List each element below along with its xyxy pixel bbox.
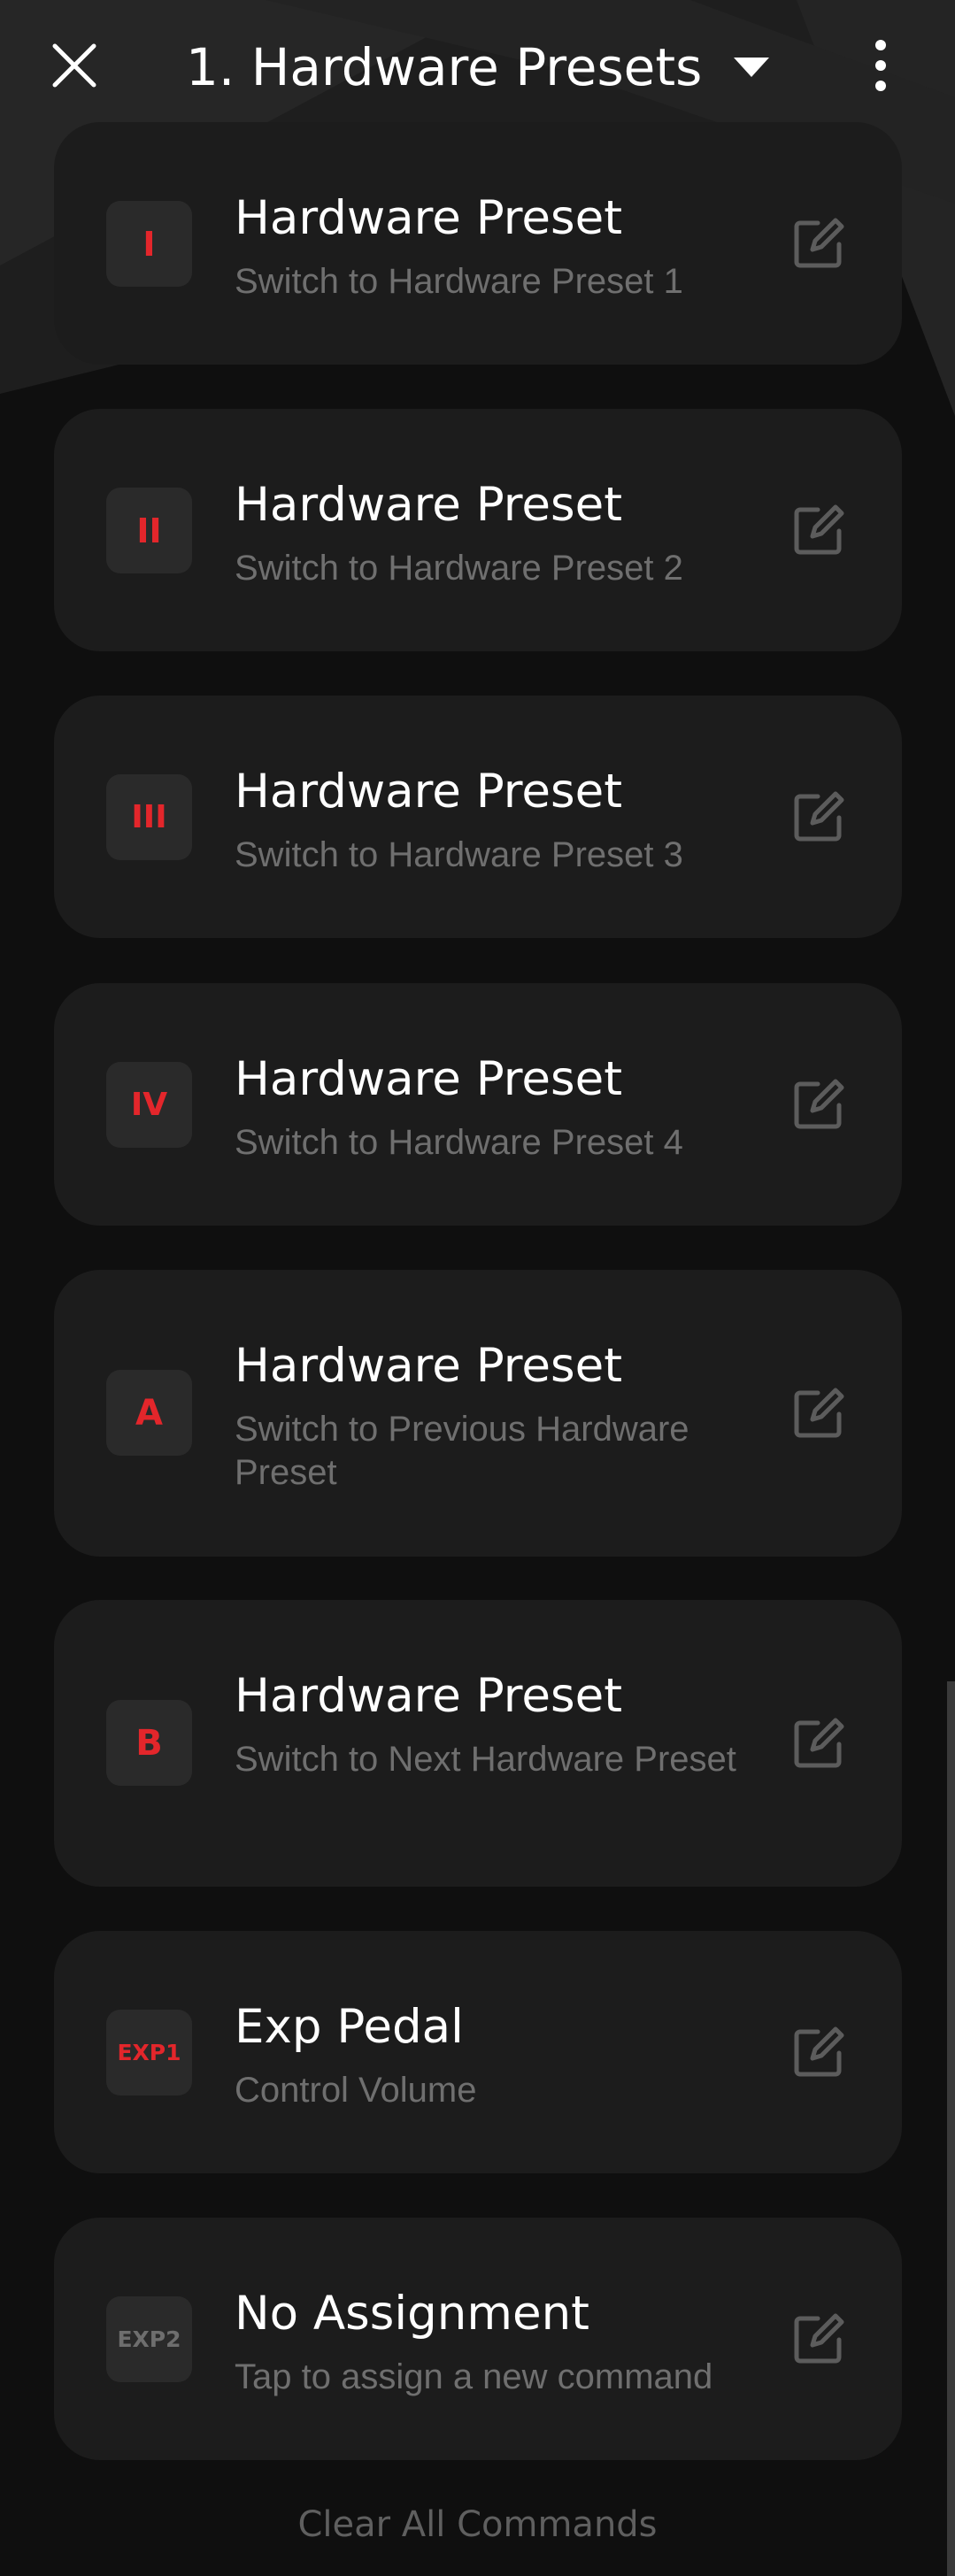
- command-title: Hardware Preset: [235, 478, 623, 532]
- edit-button[interactable]: [785, 2305, 852, 2372]
- command-subtitle: Switch to Hardware Preset 1: [235, 262, 683, 301]
- page-title: 1. Hardware Presets: [186, 37, 703, 97]
- badge-icon: I: [106, 201, 192, 287]
- badge-icon: II: [106, 488, 192, 573]
- badge-icon: IV: [106, 1062, 192, 1148]
- badge-icon: EXP1: [106, 2010, 192, 2095]
- edit-button[interactable]: [785, 783, 852, 850]
- edit-icon: [794, 1718, 844, 1768]
- badge-icon: EXP2: [106, 2296, 192, 2382]
- command-subtitle: Switch to Previous Hardware Preset: [235, 1410, 689, 1492]
- more-options-button[interactable]: [850, 30, 912, 101]
- preset-title-dropdown[interactable]: 1. Hardware Presets: [186, 34, 770, 101]
- command-subtitle: Switch to Hardware Preset 3: [235, 835, 683, 874]
- command-subtitle: Tap to assign a new command: [235, 2357, 713, 2396]
- edit-icon: [794, 1388, 844, 1438]
- command-subtitle: Control Volume: [235, 2071, 477, 2110]
- command-card-1[interactable]: I Hardware Preset Switch to Hardware Pre…: [54, 122, 902, 365]
- clear-all-commands-button[interactable]: Clear All Commands: [0, 2504, 955, 2545]
- edit-button[interactable]: [785, 1071, 852, 1138]
- command-title: Hardware Preset: [235, 191, 623, 245]
- more-vertical-icon: [875, 60, 886, 71]
- command-subtitle: Switch to Next Hardware Preset: [235, 1740, 736, 1779]
- edit-icon: [794, 1079, 844, 1129]
- command-title: Exp Pedal: [235, 2000, 464, 2054]
- command-card-7[interactable]: EXP1 Exp Pedal Control Volume: [54, 1931, 902, 2173]
- command-subtitle: Switch to Hardware Preset 4: [235, 1123, 683, 1162]
- command-title: Hardware Preset: [235, 1052, 623, 1106]
- command-card-6[interactable]: B Hardware Preset Switch to Next Hardwar…: [54, 1600, 902, 1887]
- close-icon: [52, 43, 96, 88]
- badge-icon: III: [106, 774, 192, 860]
- badge-icon: B: [106, 1700, 192, 1786]
- header: 1. Hardware Presets: [0, 0, 955, 133]
- command-subtitle: Switch to Hardware Preset 2: [235, 549, 683, 588]
- edit-button[interactable]: [785, 1380, 852, 1447]
- caret-down-icon: [734, 58, 770, 77]
- edit-icon: [794, 2313, 844, 2364]
- screen: 1. Hardware Presets I Hardware Preset Sw…: [0, 0, 955, 2576]
- command-card-2[interactable]: II Hardware Preset Switch to Hardware Pr…: [54, 409, 902, 651]
- badge-icon: A: [106, 1370, 192, 1456]
- command-card-5[interactable]: A Hardware Preset Switch to Previous Har…: [54, 1270, 902, 1557]
- edit-button[interactable]: [785, 1710, 852, 1777]
- edit-icon: [794, 504, 844, 555]
- more-vertical-icon: [875, 40, 886, 50]
- edit-icon: [794, 2026, 844, 2077]
- command-title: Hardware Preset: [235, 1339, 623, 1393]
- command-title: Hardware Preset: [235, 765, 623, 819]
- edit-button[interactable]: [785, 2019, 852, 2086]
- edit-icon: [794, 791, 844, 842]
- command-title: No Assignment: [235, 2287, 589, 2341]
- command-card-3[interactable]: III Hardware Preset Switch to Hardware P…: [54, 696, 902, 938]
- more-vertical-icon: [875, 81, 886, 91]
- command-title: Hardware Preset: [235, 1669, 623, 1723]
- edit-button[interactable]: [785, 210, 852, 277]
- command-card-8[interactable]: EXP2 No Assignment Tap to assign a new c…: [54, 2218, 902, 2460]
- edit-icon: [794, 218, 844, 268]
- close-button[interactable]: [39, 30, 110, 101]
- scrollbar[interactable]: [947, 1681, 955, 2576]
- edit-button[interactable]: [785, 496, 852, 564]
- command-card-4[interactable]: IV Hardware Preset Switch to Hardware Pr…: [54, 983, 902, 1226]
